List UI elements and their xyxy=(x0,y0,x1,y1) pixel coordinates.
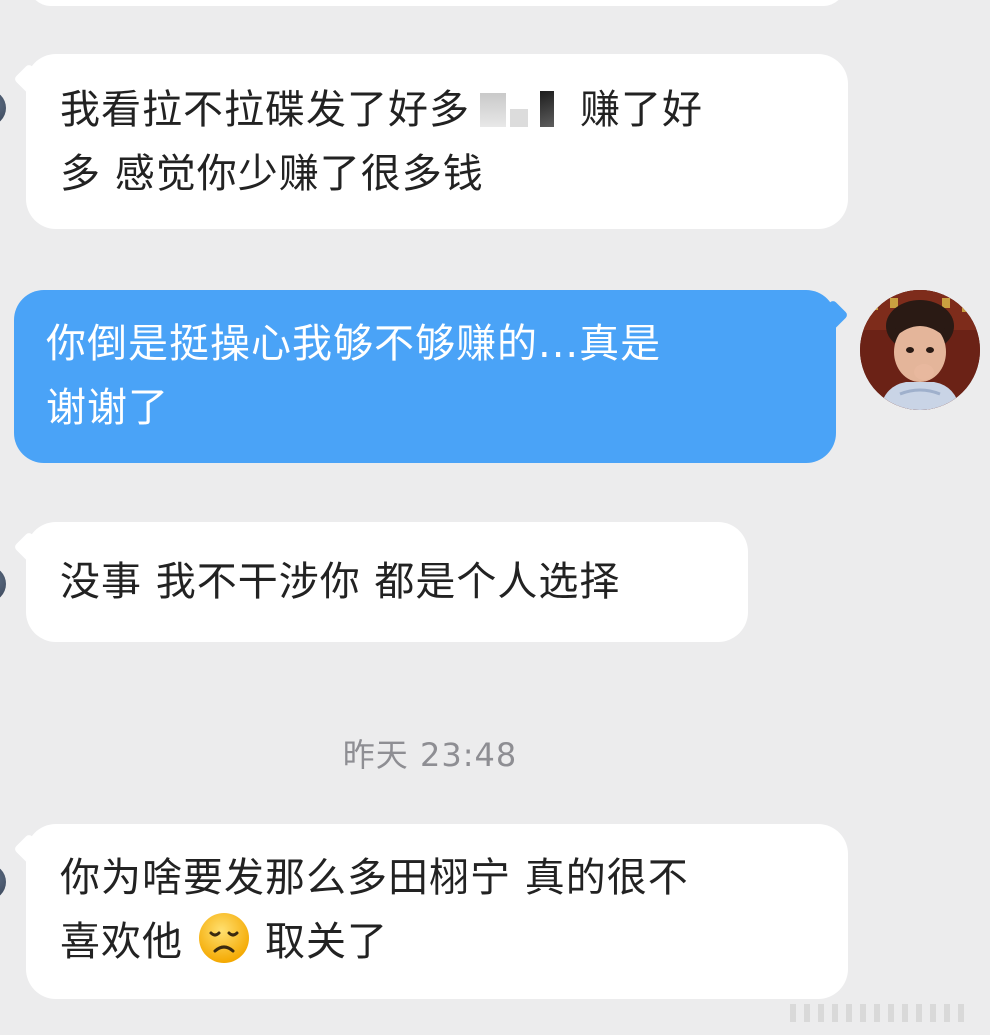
message-text-part: 多 感觉你少赚了很多钱 xyxy=(60,151,484,197)
message-text-part: 我看拉不拉碟发了好多 xyxy=(60,87,470,133)
watermark-icon xyxy=(790,1004,964,1022)
message-text-part: 赚了好 xyxy=(580,87,703,133)
message-text: 没事 我不干涉你 都是个人选择 xyxy=(60,559,621,605)
message-text-part: 你倒是挺操心我够不够赚的...真是 xyxy=(46,321,662,367)
disappointed-face-emoji xyxy=(197,911,251,965)
message-text-part: 取关了 xyxy=(265,919,388,965)
message-text: 你倒是挺操心我够不够赚的...真是 谢谢了 xyxy=(46,312,816,440)
contact-avatar[interactable] xyxy=(0,566,6,602)
incoming-message-bubble[interactable]: 我看拉不拉碟发了好多 赚了好 多 感觉你少赚了很多钱 xyxy=(26,54,848,229)
incoming-message-bubble[interactable]: 你为啥要发那么多田栩宁 真的很不 喜欢他 取关了 xyxy=(26,824,848,999)
previous-message-bubble[interactable] xyxy=(28,0,846,6)
incoming-message-bubble[interactable]: 没事 我不干涉你 都是个人选择 xyxy=(26,522,748,642)
contact-avatar[interactable] xyxy=(0,90,6,126)
outgoing-message-bubble[interactable]: 你倒是挺操心我够不够赚的...真是 谢谢了 xyxy=(14,290,836,463)
message-text: 你为啥要发那么多田栩宁 真的很不 喜欢他 取关了 xyxy=(60,846,828,974)
user-avatar-photo[interactable] xyxy=(860,290,980,410)
timestamp-divider: 昨天 23:48 xyxy=(342,736,518,774)
avatar-image xyxy=(860,290,980,410)
message-text-part: 你为啥要发那么多田栩宁 真的很不 xyxy=(60,855,689,901)
message-text: 我看拉不拉碟发了好多 赚了好 多 感觉你少赚了很多钱 xyxy=(60,78,828,206)
redacted-content xyxy=(470,89,580,129)
message-text-part: 喜欢他 xyxy=(60,919,183,965)
contact-avatar[interactable] xyxy=(0,864,6,900)
message-text-part: 谢谢了 xyxy=(46,385,169,431)
chat-view: 我看拉不拉碟发了好多 赚了好 多 感觉你少赚了很多钱 你倒是挺操心我够不够赚的..… xyxy=(0,0,990,1035)
